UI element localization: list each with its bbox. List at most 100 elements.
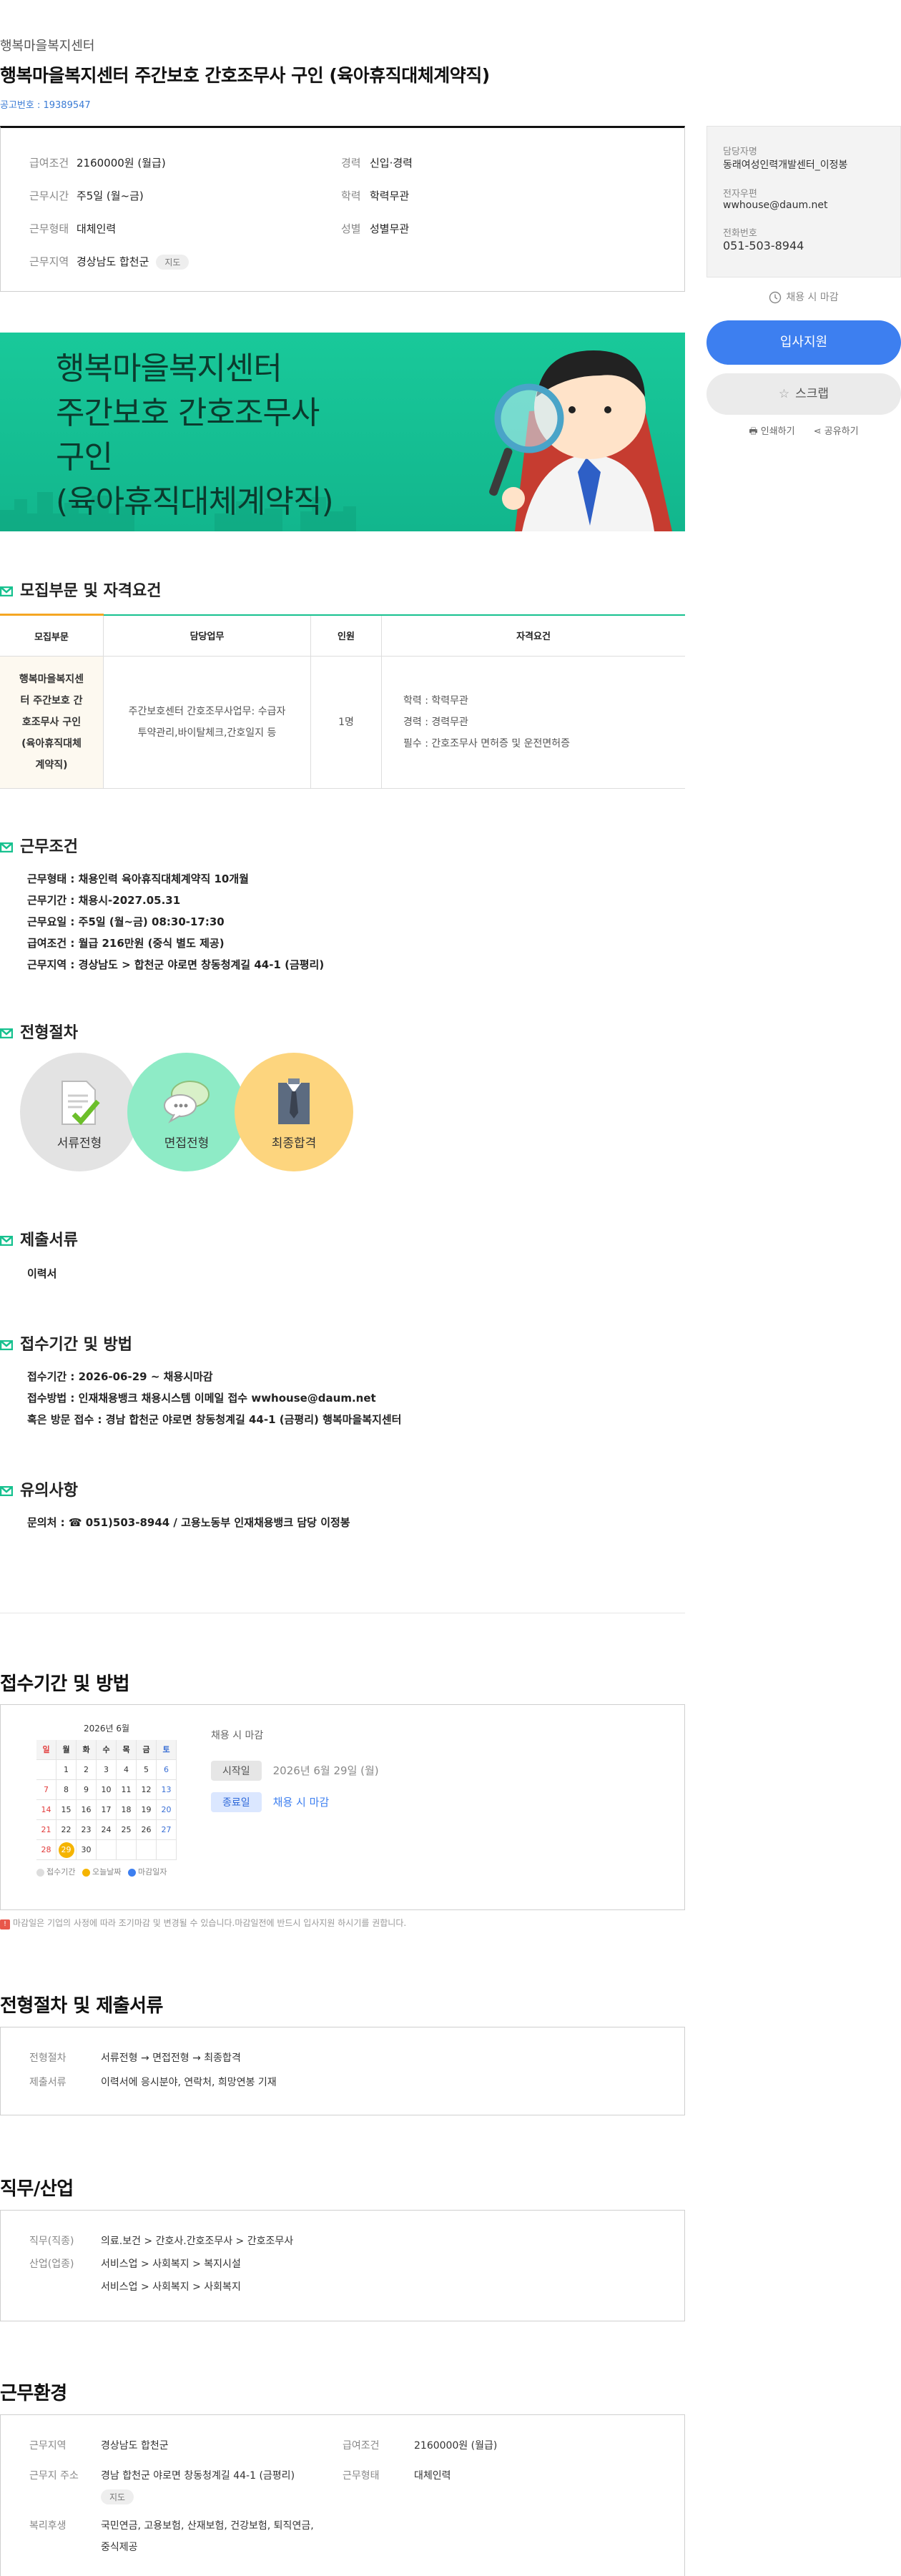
suit-tie-icon [278,1078,310,1124]
label: 산업(업종) [29,2258,74,2270]
label: 근무지역 [29,2440,67,2452]
list-item: 근무기간 : 채용시-2027.05.31 [27,894,181,907]
envelope-icon [0,1486,13,1496]
table-header-row: 모집부문 담당업무 인원 자격요건 [0,614,685,657]
label: 제출서류 [29,2077,67,2088]
list-item: 문의처 : ☎ 051)503-8944 / 고용노동부 인재채용뱅크 담당 이… [27,1516,350,1529]
deadline-text: 채용 시 마감 [786,292,839,303]
period-note: ! 마감일은 기업의 사정에 따라 조기마감 및 변경될 수 있습니다.마감일전에… [0,1917,406,1929]
legend-label: 마감일자 [137,1867,167,1877]
value: 중식제공 [101,2542,138,2553]
env-map-row: 지도 [101,2489,134,2504]
step-label: 최종합격 [271,1136,317,1151]
share-icon: ⋖ [813,426,822,437]
map-button[interactable]: 지도 [101,2489,134,2504]
conditions-list: 근무형태 : 채용인력 육아휴직대체계약직 10개월 근무기간 : 채용시-20… [27,868,324,975]
label: 근무형태 [343,2470,380,2482]
banner-line: 주간보호 간호조무사 [56,395,320,431]
process-step-document: 서류전형 [20,1053,139,1171]
calendar-day: 19 [137,1800,157,1820]
env-welfare-row: 복리후생 국민연금, 고용보험, 산재보험, 건강보험, 퇴직연금, 중식제공 [29,2515,314,2558]
envelope-icon [0,1028,13,1038]
calendar-day: 22 [56,1820,77,1840]
scrap-button[interactable]: ☆ 스크랩 [706,373,901,415]
value: 의료.보건 > 간호사.간호조무사 > 간호조무사 [101,2236,294,2247]
caution-heading: 유의사항 [0,1478,78,1500]
calendar-day [117,1840,137,1860]
contact-box: 담당자명 동래여성인력개발센터_이정봉 전자우편 wwhouse@daum.ne… [706,126,901,277]
docs-list: 이력서 [27,1263,56,1284]
docs-row: 제출서류 이력서에 응시분야, 연락처, 희망연봉 기재 [29,2075,277,2089]
envelope-icon [0,1236,13,1246]
recruit-requirements: 학력 : 학력무관 경력 : 경력무관 필수 : 간호조무사 면허증 및 운전면… [381,656,685,789]
column-header: 자격요건 [381,614,685,657]
calendar-legend: 접수기간 오늘날짜 마감일자 [36,1866,177,1877]
close-status: 채용 시 마감 [211,1730,264,1741]
env-area-row: 근무지역 경상남도 합천군 [29,2438,169,2452]
label: 직무(직종) [29,2236,74,2247]
speech-bubble-icon [164,1081,210,1124]
value: 서류전형 → 면접전형 → 최종합격 [101,2053,241,2064]
env-type-row: 근무형태 대체인력 [343,2468,451,2482]
document-check-icon [61,1081,100,1126]
calendar-day: 28 [36,1840,56,1860]
job-banner: 행복마을복지센터 주간보호 간호조무사 구인 (육아휴직대체계약직) [0,333,685,531]
calendar-day: 9 [77,1780,97,1800]
industry-row: 산업(업종) 서비스업 > 사회복지 > 복지시설 [29,2256,241,2271]
banner-line: 행복마을복지센터 [56,350,282,387]
job-title: 행복마을복지센터 주간보호 간호조무사 구인 (육아휴직대체계약직) [0,65,490,86]
calendar-weekday: 월 [56,1740,77,1760]
calendar: 2026년 6월 일 월 화 수 목 금 토 1 2 3 4 5 6 7 8 9 10 11 12 13 14 15 16 1… [36,1722,177,1877]
label: 근무시간 [29,190,69,202]
calendar-day [157,1840,177,1860]
value: 경상남도 합천군 [101,2440,169,2452]
calendar-day: 1 [56,1760,77,1780]
summary-area: 근무지역 경상남도 합천군 지도 [29,254,189,270]
label: 급여조건 [29,157,69,169]
share-label: 공유하기 [824,426,859,437]
map-button[interactable]: 지도 [156,255,189,270]
label: 경력 [341,157,361,169]
column-header: 모집부문 [0,614,104,657]
value: 주5일 (월~금) [77,190,144,202]
value: 2160000원 (월급) [414,2440,498,2452]
print-label: 인쇄하기 [760,426,795,437]
calendar-day: 10 [97,1780,117,1800]
label: 학력 [341,190,361,202]
process-docs-heading: 전형절차 및 제출서류 [0,1995,163,2017]
label: 급여조건 [343,2440,380,2452]
calendar-day: 3 [97,1760,117,1780]
print-link[interactable]: 🖶 인쇄하기 [749,426,794,437]
calendar-day: 30 [77,1840,97,1860]
list-item: 근무지역 : 경상남도 > 합천군 야로면 창동청계길 44-1 (금평리) [27,958,325,971]
legend-dot [36,1868,44,1877]
legend-label: 접수기간 [46,1867,76,1877]
calendar-day: 15 [56,1800,77,1820]
column-header: 인원 [310,614,382,657]
label: 복리후생 [29,2520,67,2532]
caution-list: 문의처 : ☎ 051)503-8944 / 고용노동부 인재채용뱅크 담당 이… [27,1512,350,1533]
calendar-day: 20 [157,1800,177,1820]
calendar-day: 29 [56,1840,77,1860]
envelope-icon [0,586,13,596]
alert-icon: ! [0,1919,10,1929]
email-value: wwhouse@daum.net [723,200,828,211]
envelope-icon [0,1340,13,1350]
legend-item: 마감일자 [127,1867,167,1877]
end-date: 채용 시 마감 [272,1796,330,1809]
company-name[interactable]: 행복마을복지센터 [0,36,94,54]
calendar-day: 2 [77,1760,97,1780]
legend-dot [127,1868,136,1877]
apply-button[interactable]: 입사지원 [706,320,901,365]
calendar-day [97,1840,117,1860]
value: 서비스업 > 사회복지 > 사회복지 [101,2281,241,2293]
list-item: 근무형태 : 채용인력 육아휴직대체계약직 10개월 [27,872,249,885]
share-link[interactable]: ⋖ 공유하기 [814,426,859,437]
legend-item: 오늘날짜 [82,1867,121,1877]
requirement-item: 필수 : 간호조무사 면허증 및 운전면허증 [403,738,571,749]
summary-edu: 학력 학력무관 [341,188,409,203]
calendar-day: 6 [157,1760,177,1780]
value: 서비스업 > 사회복지 > 복지시설 [101,2258,241,2270]
calendar-weekday: 토 [157,1740,177,1760]
start-date-row: 시작일 2026년 6월 29일 (월) [211,1761,379,1781]
